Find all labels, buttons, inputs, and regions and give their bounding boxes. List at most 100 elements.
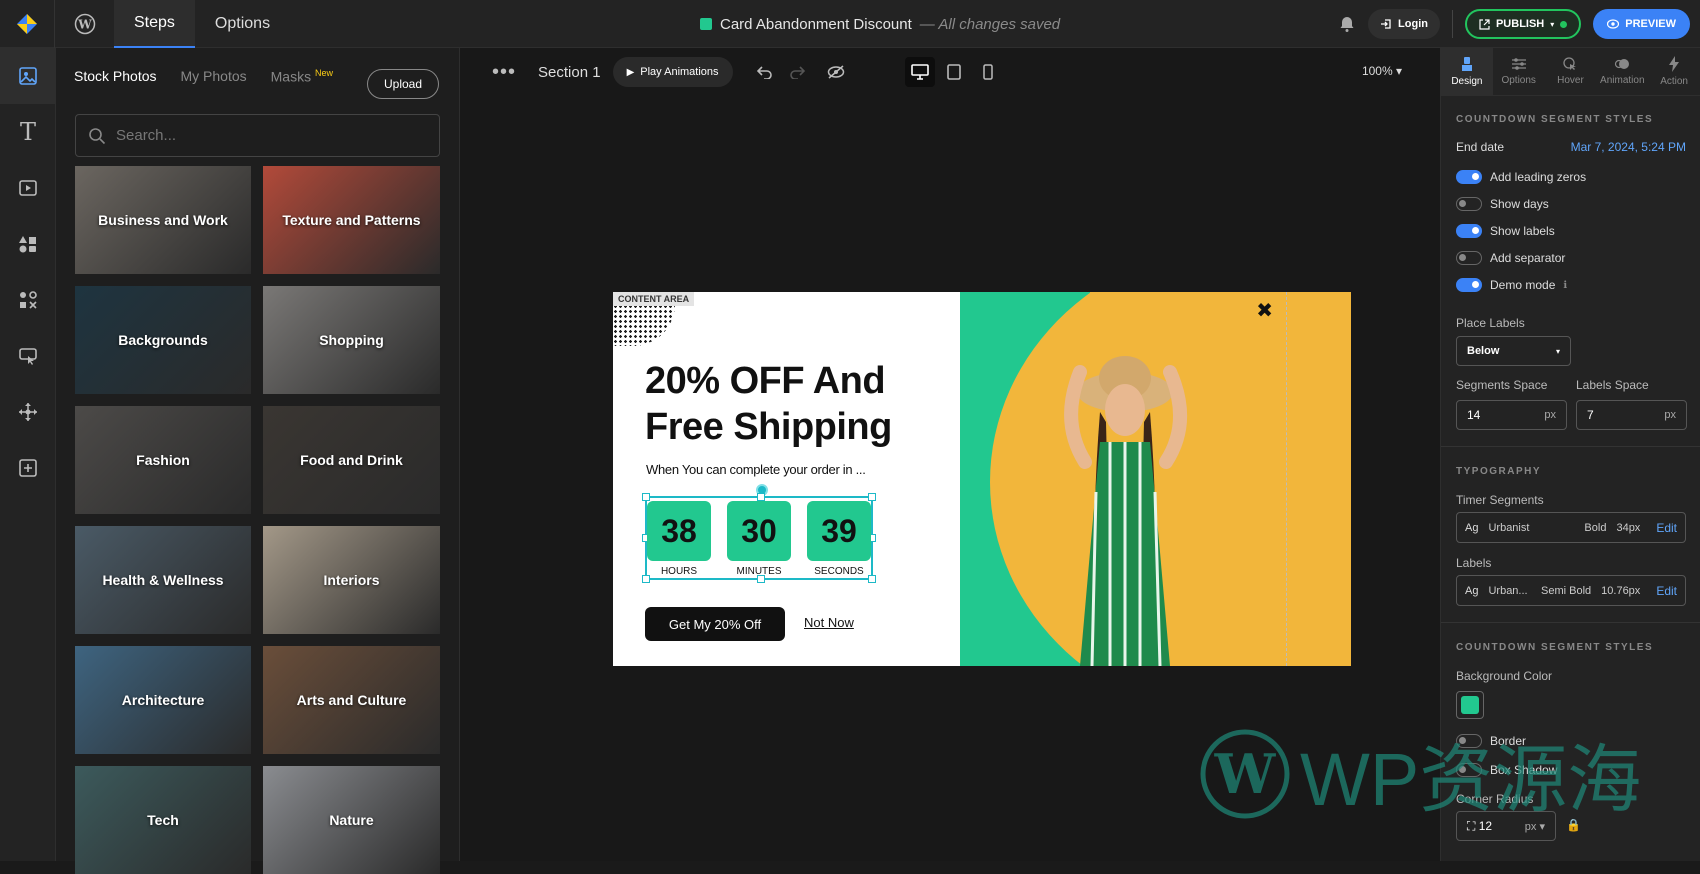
category-tile[interactable]: Texture and Patterns <box>263 166 440 274</box>
video-tool[interactable] <box>0 160 56 216</box>
plus-box-icon <box>19 459 37 477</box>
tab-steps[interactable]: Steps <box>114 0 195 48</box>
publish-button[interactable]: PUBLISH ▾ <box>1464 9 1582 39</box>
popup-image[interactable]: ✖ <box>960 292 1351 666</box>
mobile-icon[interactable] <box>973 57 1003 87</box>
category-tile[interactable]: Backgrounds <box>75 286 251 394</box>
segment-label-hours: HOURS <box>660 566 698 577</box>
toggle-row[interactable]: Show days <box>1456 197 1549 211</box>
more-icon[interactable]: ••• <box>492 61 516 84</box>
play-icon: ▶ <box>626 66 635 78</box>
tab-my-photos[interactable]: My Photos <box>181 68 247 84</box>
toggle-row[interactable]: Add leading zeros <box>1456 170 1586 184</box>
zoom-select[interactable]: 100% ▾ <box>1362 64 1402 78</box>
eye-icon <box>1607 19 1620 29</box>
shapes-tool[interactable] <box>0 216 56 272</box>
section-label[interactable]: Section 1 <box>538 64 601 81</box>
resize-handle[interactable] <box>868 493 876 501</box>
category-label: Tech <box>147 812 179 828</box>
undo-icon[interactable] <box>756 65 773 79</box>
toggle-switch[interactable] <box>1456 224 1482 238</box>
labels-space-input[interactable]: 7 px <box>1576 400 1687 430</box>
toggle-row[interactable]: Show labels <box>1456 224 1555 238</box>
preview-button[interactable]: PREVIEW <box>1593 9 1690 39</box>
edit-labels-font[interactable]: Edit <box>1656 584 1677 598</box>
close-icon[interactable]: ✖ <box>1256 298 1273 323</box>
search-input[interactable] <box>116 127 416 144</box>
hide-icon[interactable] <box>827 65 845 79</box>
category-label: Food and Drink <box>300 452 403 468</box>
end-date-label: End date <box>1456 140 1505 154</box>
shapes-icon <box>19 236 36 253</box>
category-tile[interactable]: Interiors <box>263 526 440 634</box>
timer-font-field[interactable]: Ag Urbanist Bold 34px Edit <box>1456 512 1686 543</box>
tab-options[interactable]: Options <box>195 0 290 48</box>
toggle-row[interactable]: Demo mode ℹ <box>1456 278 1567 292</box>
redo-icon[interactable] <box>789 65 805 79</box>
tab-design[interactable]: Design <box>1441 48 1493 95</box>
canvas-toolbar: ••• Section 1 ▶ Play Animations <box>460 48 1440 96</box>
elements-tool[interactable] <box>0 272 56 328</box>
properties-tabs: Design Options Hover Animation Action <box>1441 48 1700 96</box>
toggle-switch[interactable] <box>1456 278 1482 292</box>
category-tile[interactable]: Health & Wellness <box>75 526 251 634</box>
segments-space-input[interactable]: 14 px <box>1456 400 1567 430</box>
cursor-box-icon <box>19 348 37 365</box>
text-tool[interactable]: T <box>0 104 56 160</box>
segment-label-minutes: MINUTES <box>736 566 782 577</box>
login-button[interactable]: Login <box>1368 9 1440 39</box>
add-tool[interactable] <box>0 440 56 496</box>
toggle-switch[interactable] <box>1456 197 1482 211</box>
play-animations-button[interactable]: ▶ Play Animations <box>612 57 733 87</box>
wordpress-icon[interactable]: W <box>54 0 114 48</box>
cta-button[interactable]: Get My 20% Off <box>645 607 785 641</box>
category-tile[interactable]: Shopping <box>263 286 440 394</box>
category-tile[interactable]: Fashion <box>75 406 251 514</box>
category-label: Shopping <box>319 332 384 348</box>
top-bar: W Steps Options Card Abandonment Discoun… <box>0 0 1700 48</box>
tool-sidebar: T <box>0 48 56 861</box>
tab-options-panel[interactable]: Options <box>1493 48 1545 95</box>
not-now-link[interactable]: Not Now <box>804 615 854 630</box>
info-icon[interactable]: ℹ <box>1563 280 1567 291</box>
end-date-value[interactable]: Mar 7, 2024, 5:24 PM <box>1571 140 1686 154</box>
category-tile[interactable]: Tech <box>75 766 251 874</box>
category-tile[interactable]: Architecture <box>75 646 251 754</box>
category-tile[interactable]: Business and Work <box>75 166 251 274</box>
app-logo[interactable] <box>0 0 54 48</box>
toggle-switch[interactable] <box>1456 170 1482 184</box>
segment-hours: 38 <box>647 501 711 561</box>
resize-handle[interactable] <box>642 493 650 501</box>
popup-headline[interactable]: 20% OFF And Free Shipping <box>645 358 925 450</box>
popup-preview[interactable]: CONTENT AREA 20% OFF And Free Shipping W… <box>613 292 1351 666</box>
upload-button[interactable]: Upload <box>367 69 439 99</box>
category-tile[interactable]: Arts and Culture <box>263 646 440 754</box>
labels-space-label: Labels Space <box>1576 378 1649 392</box>
tab-action[interactable]: Action <box>1648 48 1700 95</box>
tab-hover[interactable]: Hover <box>1545 48 1597 95</box>
background-color-swatch[interactable] <box>1456 691 1484 719</box>
labels-font-field[interactable]: Ag Urban... Semi Bold 10.76px Edit <box>1456 575 1686 606</box>
campaign-title[interactable]: Card Abandonment Discount <box>720 16 912 33</box>
category-label: Business and Work <box>98 212 228 228</box>
toggle-switch[interactable] <box>1456 251 1482 265</box>
tab-masks[interactable]: Masks New <box>271 68 333 85</box>
widgets-tool[interactable] <box>0 328 56 384</box>
resize-handle[interactable] <box>757 493 765 501</box>
images-tool[interactable] <box>0 48 56 104</box>
edit-timer-font[interactable]: Edit <box>1656 521 1677 535</box>
move-tool[interactable] <box>0 384 56 440</box>
category-tile[interactable]: Food and Drink <box>263 406 440 514</box>
bell-icon[interactable] <box>1338 15 1356 33</box>
countdown-timer[interactable]: 38 HOURS 30 MINUTES 39 SECONDS <box>642 493 876 583</box>
toggle-row[interactable]: Add separator <box>1456 251 1565 265</box>
category-tile[interactable]: Nature <box>263 766 440 874</box>
tab-stock-photos[interactable]: Stock Photos <box>74 68 157 84</box>
toggle-label: Add separator <box>1490 251 1566 265</box>
tablet-icon[interactable] <box>939 57 969 87</box>
desktop-icon[interactable] <box>904 57 935 87</box>
popup-subtext[interactable]: When You can complete your order in ... <box>646 462 866 477</box>
segment-seconds: 39 <box>807 501 871 561</box>
tab-animation[interactable]: Animation <box>1596 48 1648 95</box>
place-labels-select[interactable]: Below ▾ <box>1456 336 1571 366</box>
